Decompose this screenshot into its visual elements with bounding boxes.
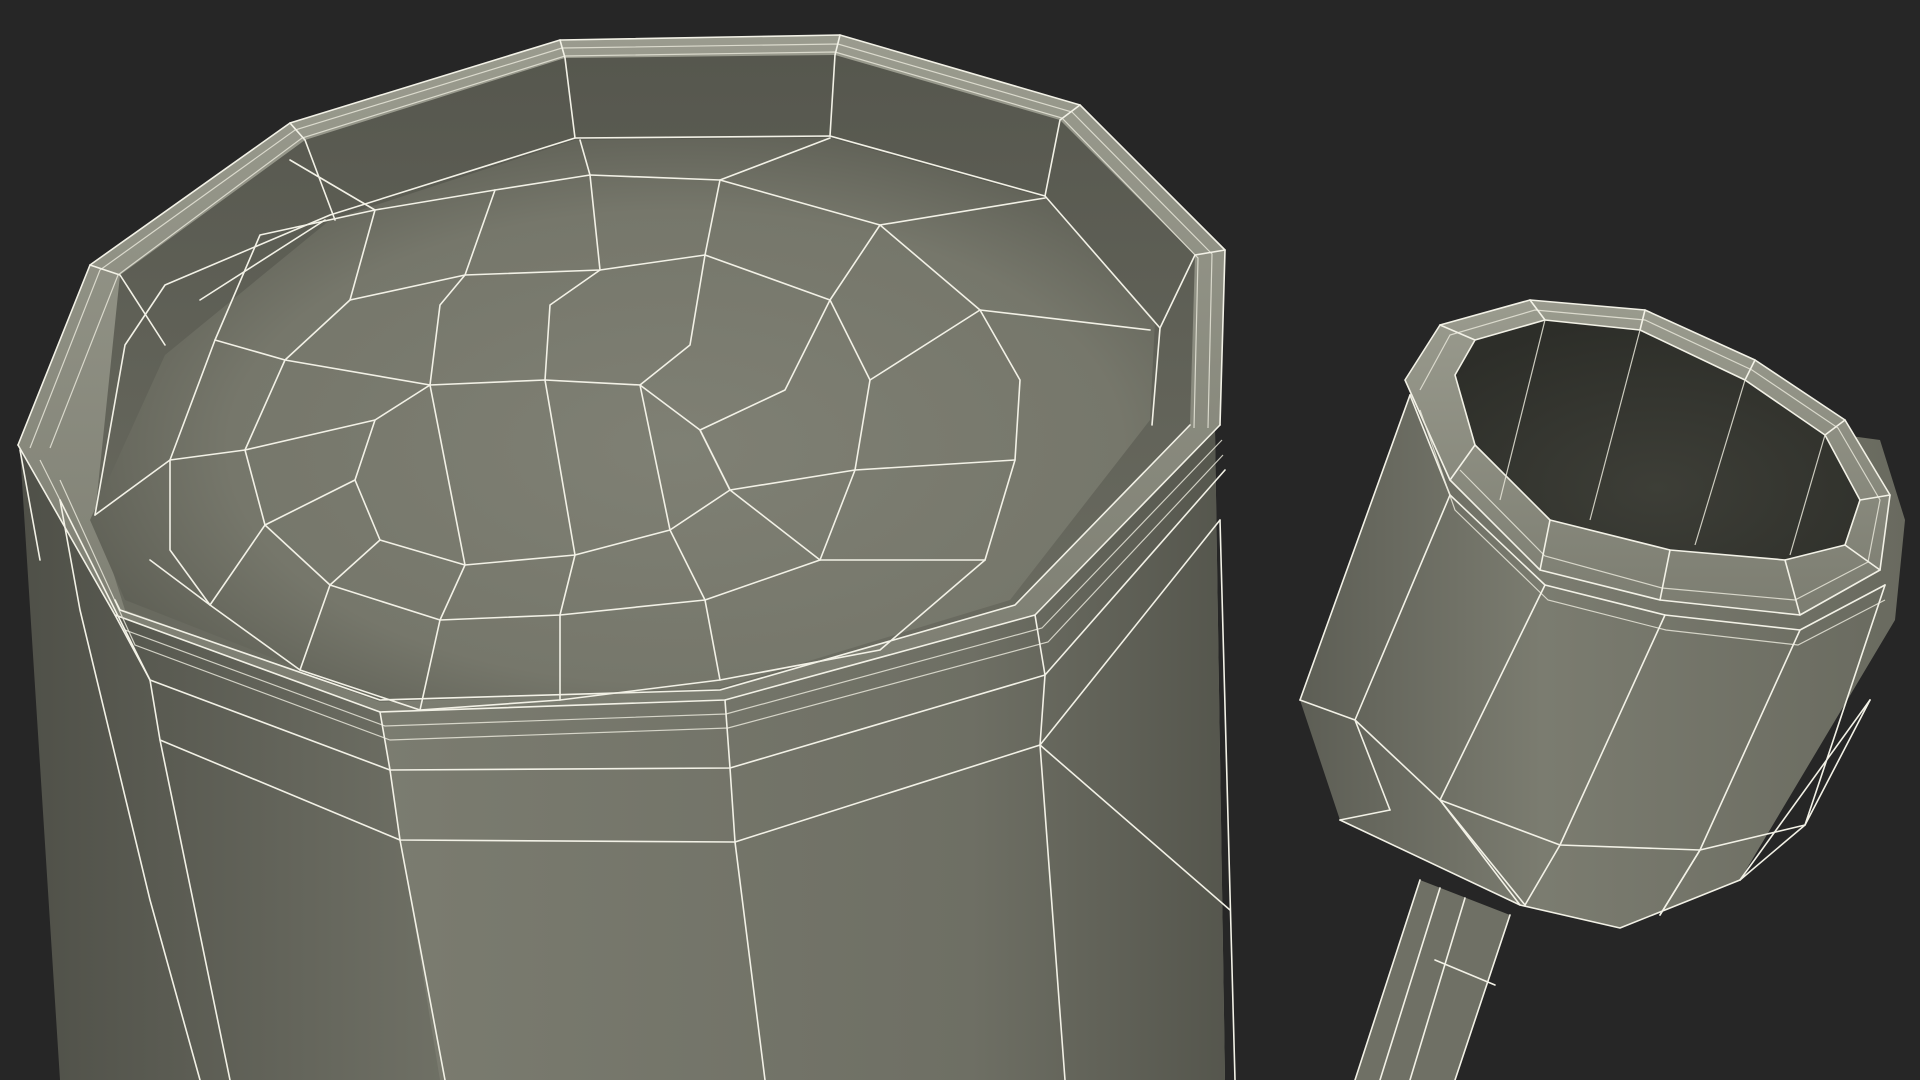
wireframe-render bbox=[17, 34, 1905, 1080]
render-viewport bbox=[0, 0, 1920, 1080]
small-octagonal-ladle-cup bbox=[1299, 299, 1905, 1080]
large-octagonal-cup bbox=[17, 34, 1236, 1080]
